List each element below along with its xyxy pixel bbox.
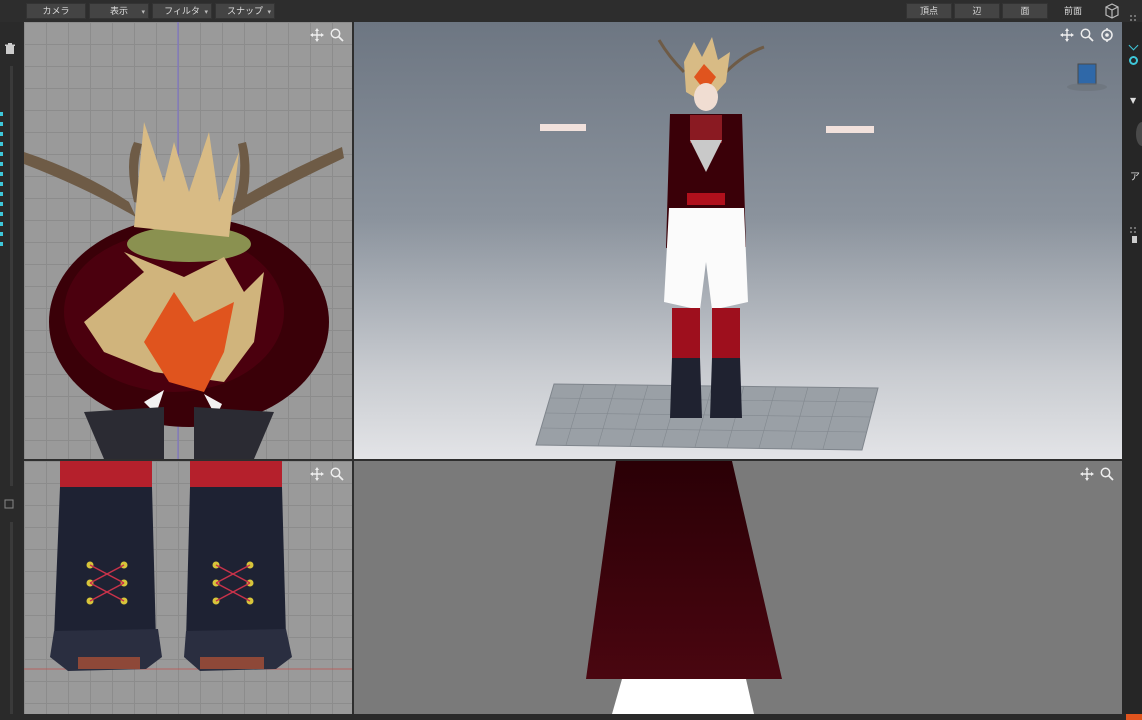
viewport-bottom-left[interactable] xyxy=(24,461,352,714)
viewport-bottom-right[interactable] xyxy=(354,461,1122,714)
radio-selected-icon[interactable] xyxy=(1129,56,1138,65)
pan-icon[interactable] xyxy=(310,28,324,42)
status-indicator xyxy=(1126,714,1142,720)
snap-menu-button[interactable]: スナップ ▾ xyxy=(215,3,275,19)
view-menu-label: 表示 xyxy=(109,7,128,17)
zoom-icon[interactable] xyxy=(330,28,344,42)
viewport-top-left[interactable] xyxy=(24,22,352,459)
panel-knob[interactable] xyxy=(1136,122,1142,146)
chevron-down-icon: ▾ xyxy=(141,8,145,16)
coat-closeup-render xyxy=(586,461,782,714)
viewport-splitter-vertical[interactable] xyxy=(352,22,354,714)
view-menu-button[interactable]: 表示 ▾ xyxy=(89,3,149,19)
vertex-mode-label: 頂点 xyxy=(919,7,938,17)
check-icon[interactable] xyxy=(1128,40,1139,51)
pan-icon[interactable] xyxy=(310,467,324,481)
panel-grip-icon[interactable] xyxy=(1130,6,1136,21)
face-mode-label: 面 xyxy=(1020,7,1030,17)
view-cube-settings-icon[interactable] xyxy=(1104,3,1120,23)
boots-closeup-render xyxy=(24,461,352,671)
face-mode-button[interactable]: 面 xyxy=(1002,3,1048,19)
viewport-perspective[interactable] xyxy=(354,22,1122,459)
zoom-icon[interactable] xyxy=(330,467,344,481)
panel-close-icon[interactable] xyxy=(4,494,14,513)
viewport-nav-icons xyxy=(1080,467,1114,481)
head-closeup-render xyxy=(24,22,344,459)
chevron-down-icon: ▾ xyxy=(204,8,208,16)
status-bar xyxy=(0,714,1142,720)
camera-menu-label: カメラ xyxy=(42,7,70,17)
front-view-label: 前面 xyxy=(1063,7,1082,17)
triangle-down-icon[interactable]: ▼ xyxy=(1130,96,1136,105)
viewport-nav-icons xyxy=(1060,28,1114,42)
filter-menu-button[interactable]: フィルタ ▾ xyxy=(152,3,212,19)
left-tick-marks xyxy=(0,112,3,252)
character-render xyxy=(535,37,1107,451)
edge-mode-label: 辺 xyxy=(972,7,982,17)
pan-icon[interactable] xyxy=(1080,467,1094,481)
camera-menu-button[interactable]: カメラ xyxy=(26,3,86,19)
snap-menu-label: スナップ xyxy=(226,7,263,17)
panel-partial-label: ア xyxy=(1130,172,1140,183)
front-view-button[interactable]: 前面 xyxy=(1050,3,1096,19)
trash-icon[interactable] xyxy=(4,40,16,59)
panel-grip-icon[interactable] xyxy=(1130,218,1136,233)
pan-icon[interactable] xyxy=(1060,28,1074,42)
right-panel-strip: ▼ ア xyxy=(1122,22,1142,720)
viewport-toolbar: カメラ 表示 ▾ フィルタ ▾ スナップ ▾ 頂点 辺 面 前面 xyxy=(0,0,1142,22)
left-tool-strip xyxy=(0,22,22,720)
edge-mode-button[interactable]: 辺 xyxy=(954,3,1000,19)
vertex-mode-button[interactable]: 頂点 xyxy=(906,3,952,19)
viewport-nav-icons xyxy=(310,28,344,42)
zoom-icon[interactable] xyxy=(1100,467,1114,481)
filter-menu-label: フィルタ xyxy=(164,7,200,17)
chevron-down-icon: ▾ xyxy=(267,8,271,16)
left-scrollbar-lower[interactable] xyxy=(10,522,13,720)
viewport-nav-icons xyxy=(310,467,344,481)
app-window: カメラ 表示 ▾ フィルタ ▾ スナップ ▾ 頂点 辺 面 前面 ▼ ア xyxy=(0,0,1142,720)
panel-toggle-icon[interactable] xyxy=(1132,236,1137,243)
viewport-splitter-horizontal[interactable] xyxy=(24,459,1122,461)
left-scrollbar[interactable] xyxy=(10,66,13,486)
orbit-icon[interactable] xyxy=(1100,28,1114,42)
zoom-icon[interactable] xyxy=(1080,28,1094,42)
